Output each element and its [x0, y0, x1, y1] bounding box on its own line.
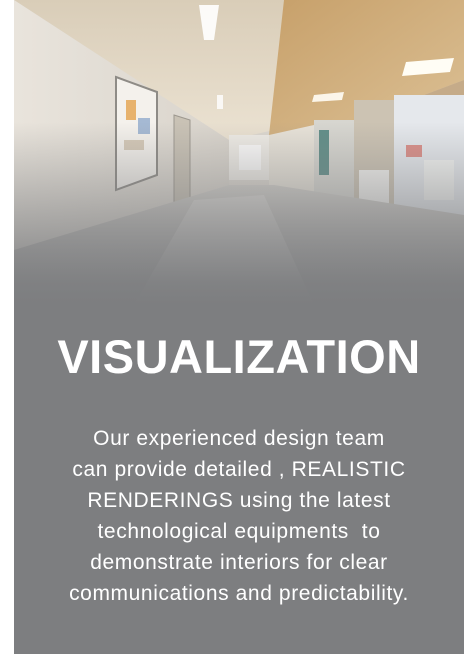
description-line: Our experienced design team [93, 427, 385, 450]
corridor-rendering-image [14, 0, 464, 305]
section-title: VISUALIZATION [57, 330, 421, 383]
section-description: Our experienced design team can provide … [14, 423, 464, 609]
description-line: demonstrate interiors for clear [90, 551, 388, 574]
description-line: communications and predictability. [69, 582, 409, 605]
description-line: can provide detailed , REALISTIC [72, 458, 406, 481]
description-line: RENDERINGS using the latest [87, 489, 391, 512]
description-line: technological equipments to [97, 520, 381, 543]
visualization-card: VISUALIZATION Our experienced design tea… [14, 0, 464, 654]
